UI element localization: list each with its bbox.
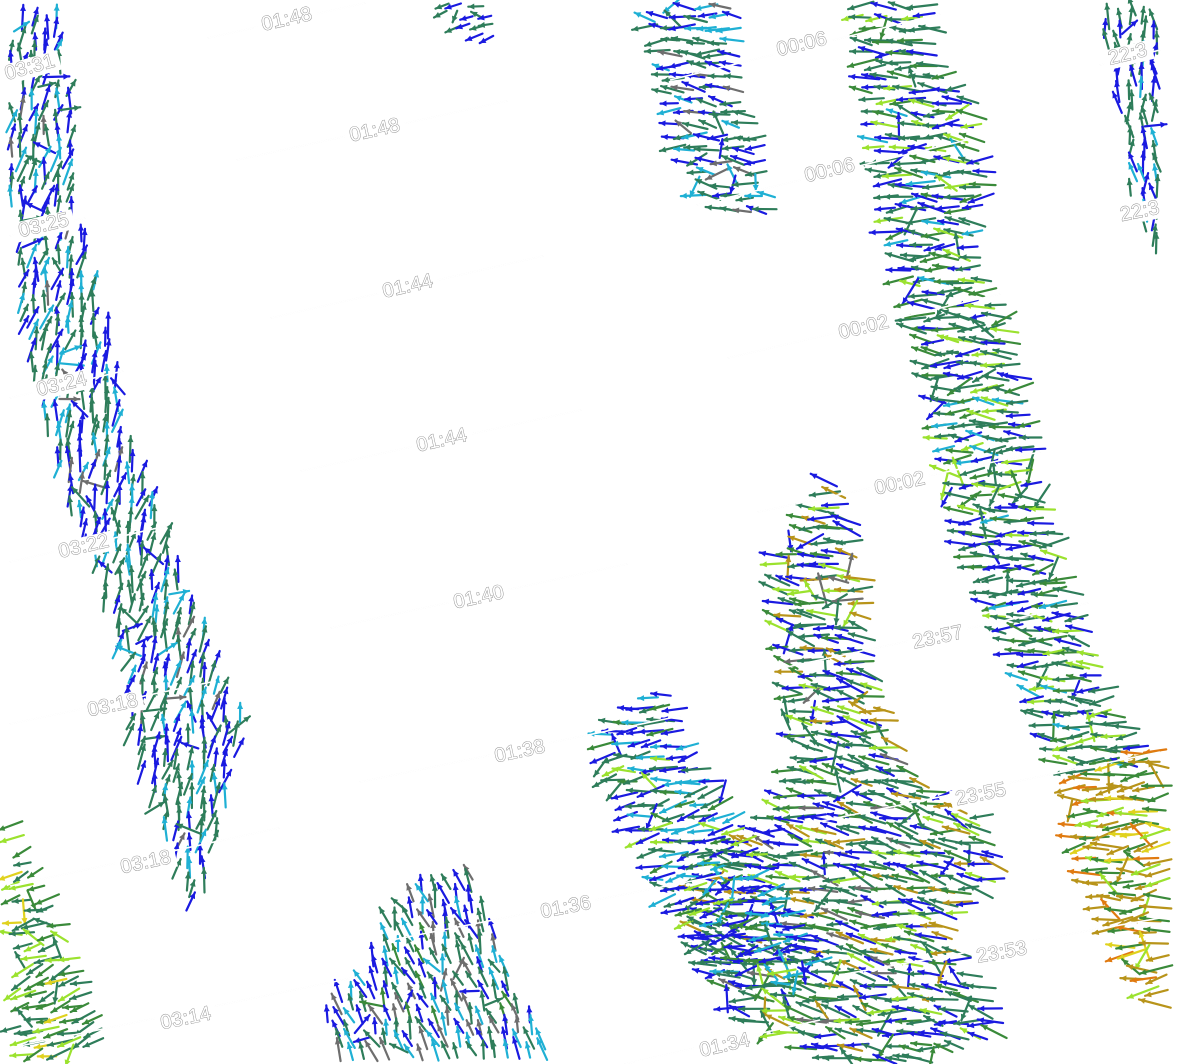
wind-vector-map: 01:4801:4801:4401:4401:4001:3801:3601:34… bbox=[0, 0, 1185, 1064]
